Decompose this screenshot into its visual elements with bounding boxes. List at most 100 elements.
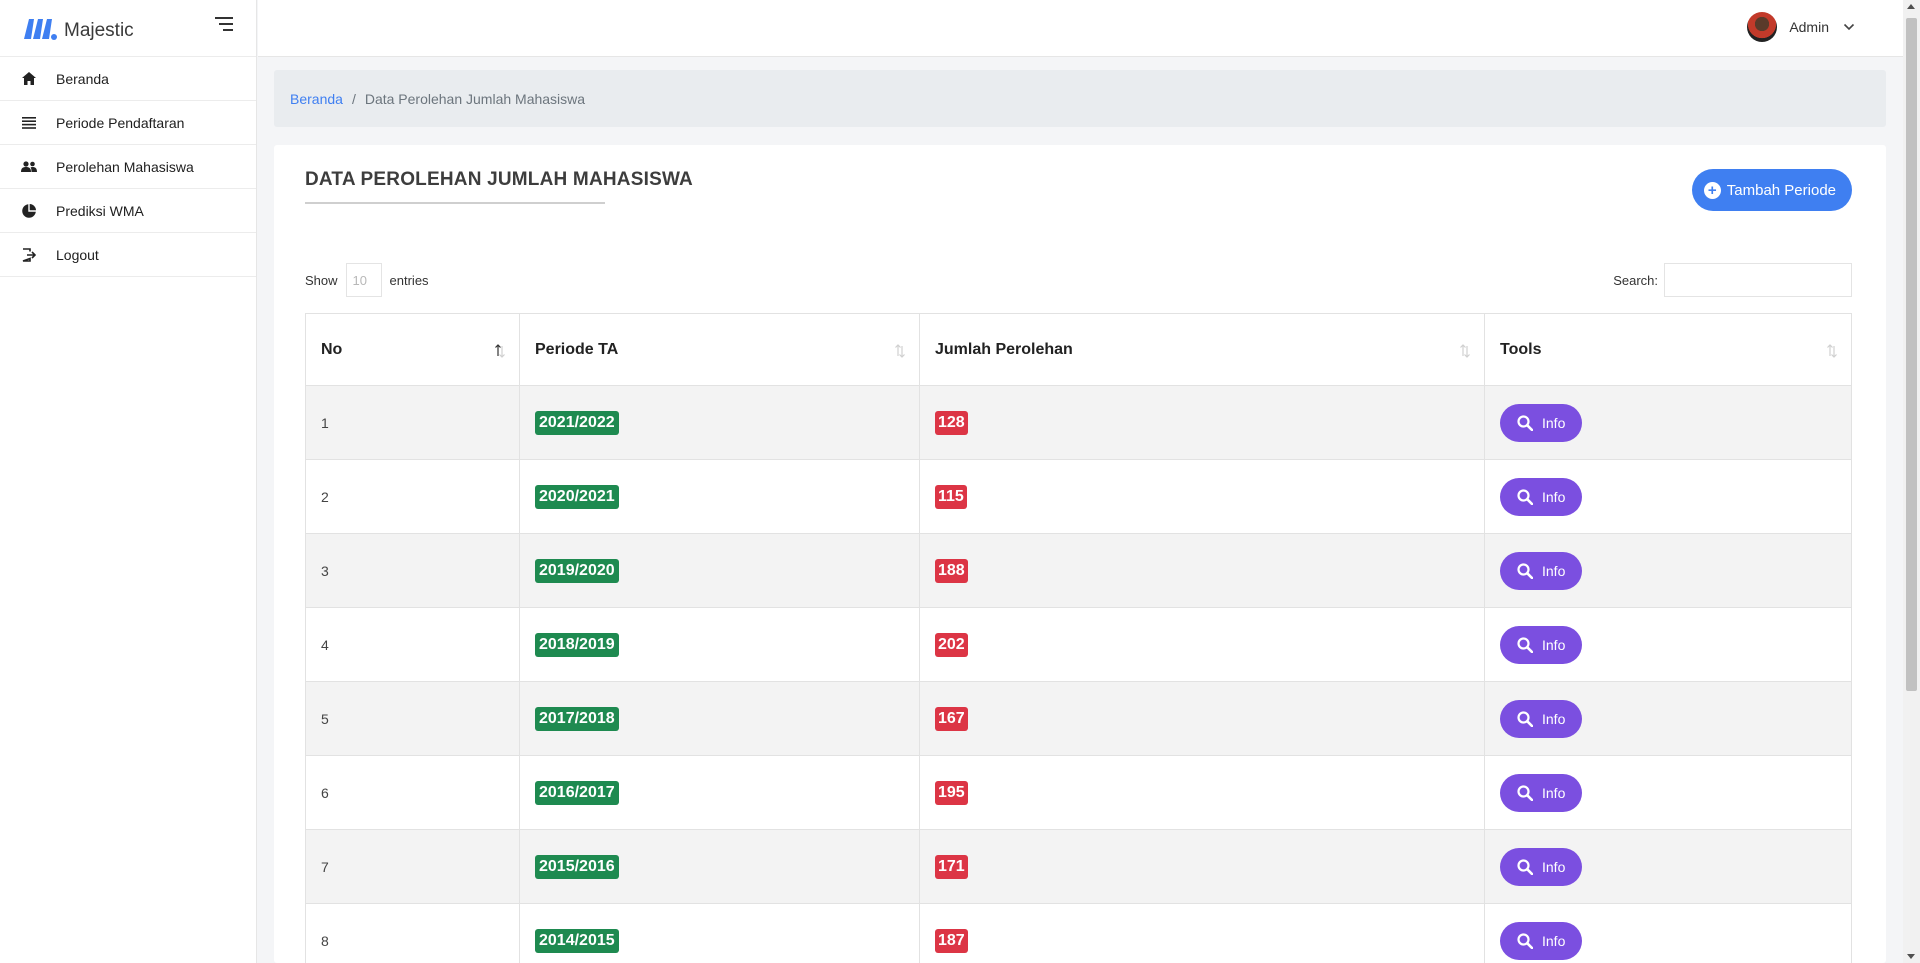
info-button-label: Info [1542, 710, 1566, 727]
table-row: 5 2017/2018 167 Info [305, 681, 1852, 756]
chevron-down-icon[interactable] [1843, 18, 1855, 36]
topbar: Admin [258, 0, 1903, 57]
column-header-periode[interactable]: Periode TA [519, 313, 920, 386]
info-button[interactable]: Info [1500, 847, 1583, 886]
row-number: 3 [305, 533, 520, 608]
breadcrumb-home-link[interactable]: Beranda [290, 91, 343, 107]
table-row: 8 2014/2015 187 Info [305, 903, 1852, 963]
search-control: Search: [1613, 263, 1852, 297]
search-input[interactable] [1664, 263, 1852, 297]
count-badge: 187 [935, 928, 968, 953]
page-scrollbar[interactable] [1903, 0, 1920, 963]
period-badge: 2021/2022 [535, 410, 619, 435]
pie-chart-icon [20, 202, 38, 220]
search-label: Search: [1613, 272, 1658, 288]
sort-ascending-icon [495, 344, 505, 358]
info-button[interactable]: Info [1500, 551, 1583, 590]
count-badge: 128 [935, 410, 968, 435]
entries-length-input[interactable] [345, 263, 382, 297]
sidebar: Majestic Beranda Periode Pendaftaran Per… [0, 0, 257, 963]
info-button[interactable]: Info [1500, 921, 1583, 960]
info-button[interactable]: Info [1500, 773, 1583, 812]
info-button[interactable]: Info [1500, 477, 1583, 516]
row-number: 1 [305, 385, 520, 460]
row-number: 4 [305, 607, 520, 682]
avatar[interactable] [1747, 12, 1778, 42]
table-row: 1 2021/2022 128 Info [305, 385, 1852, 460]
period-badge: 2017/2018 [535, 706, 619, 731]
table-header-row: No Periode TA Jumlah Perolehan Tools [305, 313, 1852, 386]
sort-icon [1827, 344, 1837, 358]
info-button-label: Info [1542, 784, 1566, 801]
majestic-logo-icon[interactable] [22, 15, 58, 41]
search-icon [1517, 784, 1533, 801]
count-badge: 167 [935, 706, 968, 731]
brand: Majestic [0, 0, 256, 57]
breadcrumb-separator: / [351, 90, 356, 107]
add-period-label: Tambah Periode [1726, 181, 1836, 199]
period-badge: 2015/2016 [535, 854, 619, 879]
sidebar-item-perolehan-mahasiswa[interactable]: Perolehan Mahasiswa [0, 145, 256, 189]
search-icon [1517, 858, 1533, 875]
sidebar-item-logout[interactable]: Logout [0, 233, 256, 277]
column-header-jumlah[interactable]: Jumlah Perolehan [919, 313, 1485, 386]
search-icon [1517, 414, 1533, 431]
sidebar-item-periode-pendaftaran[interactable]: Periode Pendaftaran [0, 101, 256, 145]
sidebar-item-prediksi-wma[interactable]: Prediksi WMA [0, 189, 256, 233]
logout-icon [20, 246, 38, 264]
table-row: 3 2019/2020 188 Info [305, 533, 1852, 608]
search-icon [1517, 710, 1533, 727]
sidebar-item-label: Beranda [56, 70, 109, 87]
sort-icon [895, 344, 905, 358]
table-row: 7 2015/2016 171 Info [305, 829, 1852, 904]
column-header-tools[interactable]: Tools [1484, 313, 1852, 386]
period-badge: 2014/2015 [535, 928, 619, 953]
sidebar-item-beranda[interactable]: Beranda [0, 57, 256, 101]
people-icon [20, 158, 38, 176]
user-menu[interactable]: Admin [1747, 12, 1855, 42]
table-row: 6 2016/2017 195 Info [305, 755, 1852, 830]
breadcrumb-current: Data Perolehan Jumlah Mahasiswa [364, 90, 586, 107]
search-icon [1517, 636, 1533, 653]
count-badge: 188 [935, 558, 968, 583]
scroll-down-icon[interactable] [1907, 954, 1915, 959]
row-number: 2 [305, 459, 520, 534]
info-button-label: Info [1542, 488, 1566, 505]
page-title: DATA PEROLEHAN JUMLAH MAHASISWA [305, 169, 693, 190]
data-card: DATA PEROLEHAN JUMLAH MAHASISWA + Tambah… [274, 145, 1886, 963]
sort-icon [1460, 344, 1470, 358]
info-button-label: Info [1542, 414, 1566, 431]
add-period-button[interactable]: + Tambah Periode [1691, 169, 1852, 211]
info-button[interactable]: Info [1500, 403, 1583, 442]
scroll-up-icon[interactable] [1907, 4, 1915, 9]
home-icon [20, 70, 38, 88]
show-label: Show [305, 272, 338, 288]
info-button-label: Info [1542, 932, 1566, 949]
info-button[interactable]: Info [1500, 625, 1583, 664]
count-badge: 202 [935, 632, 968, 657]
sidebar-item-label: Perolehan Mahasiswa [56, 158, 194, 175]
menu-toggle-icon[interactable] [211, 17, 233, 33]
count-badge: 195 [935, 780, 968, 805]
count-badge: 115 [935, 484, 967, 509]
column-header-label: Periode TA [535, 340, 619, 358]
info-button-label: Info [1542, 858, 1566, 875]
row-number: 7 [305, 829, 520, 904]
sidebar-item-label: Periode Pendaftaran [56, 114, 185, 131]
entries-label: entries [389, 272, 429, 288]
user-name: Admin [1789, 19, 1829, 35]
entries-control: Show entries [305, 263, 429, 297]
info-button[interactable]: Info [1500, 699, 1583, 738]
column-header-label: Jumlah Perolehan [935, 340, 1073, 358]
data-table: No Periode TA Jumlah Perolehan Tools 1 2… [305, 313, 1852, 963]
count-badge: 171 [935, 854, 968, 879]
search-icon [1517, 488, 1533, 505]
column-header-label: Tools [1500, 340, 1542, 358]
scroll-thumb[interactable] [1906, 18, 1917, 691]
row-number: 8 [305, 903, 520, 963]
search-icon [1517, 932, 1533, 949]
list-icon [20, 114, 38, 132]
column-header-label: No [321, 340, 343, 358]
info-button-label: Info [1542, 636, 1566, 653]
column-header-no[interactable]: No [305, 313, 520, 386]
